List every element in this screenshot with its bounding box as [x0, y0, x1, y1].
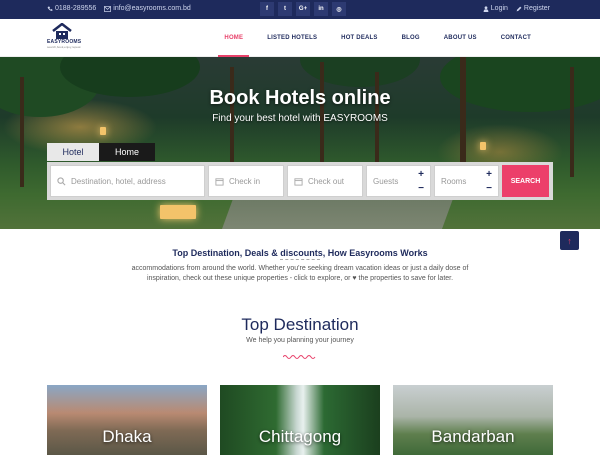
guests-minus-button[interactable]: − [418, 182, 424, 196]
pencil-icon [516, 6, 522, 11]
social-links: f t G+ in ◎ [260, 2, 346, 16]
garden-lamp [480, 142, 486, 150]
section-title: Top Destination [241, 315, 359, 334]
intro-title: Top Destination, Deals & discounts, How … [172, 248, 428, 258]
nav-item-hot-deals[interactable]: HOT DEALS [329, 19, 389, 57]
destination-placeholder: Destination, hotel, address [71, 176, 166, 186]
hero-subtitle: Find your best hotel with EASYROOMS [212, 113, 388, 124]
destination-name: Dhaka [102, 427, 152, 446]
divider [280, 259, 320, 260]
nav-menu: HOME LISTED HOTELS HOT DEALS BLOG ABOUT … [212, 19, 543, 57]
calendar-icon [215, 177, 224, 186]
auth-links: Login Register [483, 5, 550, 12]
twitter-icon[interactable]: t [278, 2, 292, 16]
destination-card-bandarban[interactable]: Bandarban [393, 385, 553, 455]
search-icon [57, 176, 66, 185]
arrow-up-icon: ↑ [567, 235, 572, 246]
rooms-controls: + − [486, 168, 492, 196]
guests-controls: + − [418, 168, 424, 196]
logo[interactable]: EASYROOMS search,book,enjoy,repeat [47, 22, 81, 53]
contact-info: 0188-289556 info@easyrooms.com.bd [47, 5, 191, 12]
destination-field[interactable]: Destination, hotel, address [50, 165, 205, 197]
tree-foliage [300, 57, 420, 87]
login-link[interactable]: Login [483, 5, 508, 12]
calendar-icon [294, 177, 303, 186]
mail-icon [104, 5, 112, 12]
hero-title: Book Hotels online [209, 87, 391, 109]
login-label: Login [490, 5, 508, 12]
register-link[interactable]: Register [516, 5, 550, 12]
search-button[interactable]: SEARCH [502, 165, 549, 197]
phone-number: 0188-289556 [55, 5, 97, 12]
nav-item-home[interactable]: HOME [212, 19, 255, 57]
logo-tagline: search,book,enjoy,repeat [47, 45, 81, 49]
house-logo-icon [52, 22, 72, 39]
destination-card-dhaka[interactable]: Dhaka [47, 385, 207, 455]
checkout-field[interactable]: Check out [287, 165, 363, 197]
top-bar: 0188-289556 info@easyrooms.com.bd f t G+… [0, 0, 600, 19]
rooms-label: Rooms [441, 176, 467, 186]
google-plus-icon[interactable]: G+ [296, 2, 310, 16]
destination-card-chittagong[interactable]: Chittagong [220, 385, 380, 455]
destination-name: Chittagong [258, 427, 342, 446]
destination-name: Bandarban [431, 427, 515, 446]
email-address: info@easyrooms.com.bd [113, 5, 191, 12]
search-bar: Destination, hotel, address Check in Che… [47, 162, 553, 200]
rooms-stepper: Rooms + − [434, 165, 499, 197]
guests-plus-button[interactable]: + [418, 168, 424, 182]
facebook-icon[interactable]: f [260, 2, 274, 16]
nav-item-listed-hotels[interactable]: LISTED HOTELS [255, 19, 329, 57]
tab-hotel[interactable]: Hotel [47, 143, 99, 161]
nav-item-contact[interactable]: CONTACT [489, 19, 543, 57]
checkout-placeholder: Check out [308, 176, 345, 186]
intro-text: accommodations from around the world. Wh… [131, 265, 469, 282]
linkedin-icon[interactable]: in [314, 2, 328, 16]
garden-lamp [160, 205, 196, 219]
user-icon [483, 5, 489, 12]
rooms-plus-button[interactable]: + [486, 168, 492, 182]
checkin-field[interactable]: Check in [208, 165, 284, 197]
tab-home[interactable]: Home [99, 143, 155, 161]
wave-divider-icon [283, 355, 316, 359]
nav-item-blog[interactable]: BLOG [390, 19, 432, 57]
guests-label: Guests [373, 176, 399, 186]
phone-icon [47, 6, 53, 11]
register-label: Register [523, 5, 550, 12]
rooms-minus-button[interactable]: − [486, 182, 492, 196]
section-subtitle: We help you planning your journey [246, 337, 354, 344]
search-tabs: Hotel Home [47, 143, 155, 161]
checkin-placeholder: Check in [229, 176, 261, 186]
guests-stepper: Guests + − [366, 165, 431, 197]
garden-lamp [100, 127, 106, 135]
phone-info: 0188-289556 [47, 5, 96, 12]
instagram-icon[interactable]: ◎ [332, 2, 346, 16]
nav-item-about-us[interactable]: ABOUT US [432, 19, 489, 57]
email-info[interactable]: info@easyrooms.com.bd [104, 5, 191, 12]
main-navbar: EASYROOMS search,book,enjoy,repeat HOME … [0, 19, 600, 57]
